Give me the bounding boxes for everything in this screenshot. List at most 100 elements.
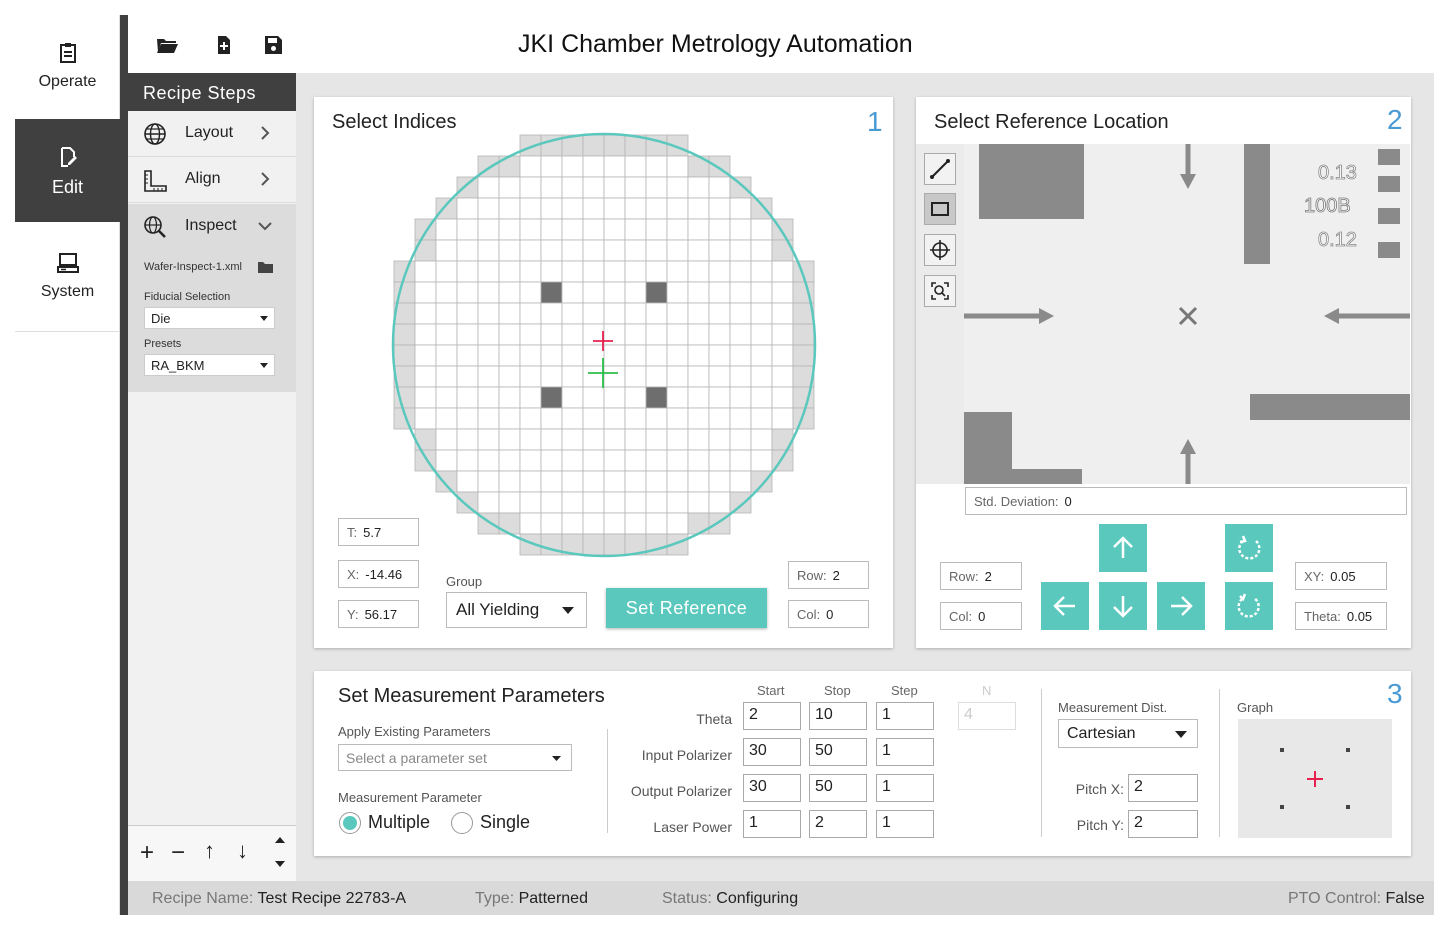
wafer-die[interactable] <box>456 407 479 430</box>
radio-multiple[interactable]: Multiple <box>338 811 448 835</box>
wafer-die[interactable] <box>414 386 437 409</box>
wafer-die[interactable] <box>477 260 500 283</box>
wafer-die[interactable] <box>624 512 647 535</box>
output-polarizer-stop-input[interactable]: 50 <box>809 774 867 802</box>
wafer-die[interactable] <box>477 218 500 241</box>
radio-single[interactable]: Single <box>450 811 550 835</box>
wafer-die[interactable] <box>624 449 647 472</box>
wafer-die[interactable] <box>624 281 647 304</box>
wafer-die[interactable] <box>645 470 668 493</box>
wafer-die[interactable] <box>540 449 563 472</box>
wafer-die[interactable] <box>750 449 773 472</box>
wafer-die[interactable] <box>666 407 689 430</box>
wafer-die[interactable] <box>666 365 689 388</box>
wafer-die[interactable] <box>540 386 563 409</box>
wafer-die[interactable] <box>645 260 668 283</box>
wafer-die[interactable] <box>603 428 626 451</box>
wafer-die[interactable] <box>708 281 731 304</box>
wafer-die[interactable] <box>561 302 584 325</box>
wafer-die[interactable] <box>750 386 773 409</box>
wafer-die[interactable] <box>708 449 731 472</box>
wafer-die[interactable] <box>708 197 731 220</box>
wafer-die[interactable] <box>645 344 668 367</box>
add-step-button[interactable]: + <box>140 839 154 867</box>
wafer-die[interactable] <box>666 176 689 199</box>
output-polarizer-step-input[interactable]: 1 <box>876 774 934 802</box>
wafer-die[interactable] <box>435 281 458 304</box>
wafer-die[interactable] <box>771 344 794 367</box>
ref-row-field[interactable]: Row: 2 <box>940 562 1022 590</box>
wafer-die[interactable] <box>624 155 647 178</box>
wafer-die[interactable] <box>561 491 584 514</box>
output-polarizer-start-input[interactable]: 30 <box>743 774 801 802</box>
wafer-die[interactable] <box>729 449 752 472</box>
wafer-die[interactable] <box>582 512 605 535</box>
wafer-die[interactable] <box>729 491 752 514</box>
wafer-die[interactable] <box>708 386 731 409</box>
wafer-die[interactable] <box>435 302 458 325</box>
move-up-button[interactable] <box>1099 524 1147 572</box>
folder-open-icon[interactable] <box>156 35 178 55</box>
wafer-die[interactable] <box>561 155 584 178</box>
wafer-die[interactable] <box>477 386 500 409</box>
wafer-die[interactable] <box>729 218 752 241</box>
param-set-select[interactable]: Select a parameter set <box>338 744 572 771</box>
wafer-die[interactable] <box>645 239 668 262</box>
wafer-die[interactable] <box>498 428 521 451</box>
measurement-dist-select[interactable]: Cartesian <box>1058 719 1198 748</box>
wafer-die[interactable] <box>666 197 689 220</box>
wafer-die[interactable] <box>708 491 731 514</box>
wafer-die[interactable] <box>561 512 584 535</box>
wafer-die[interactable] <box>582 281 605 304</box>
wafer-die[interactable] <box>498 449 521 472</box>
wafer-die[interactable] <box>477 470 500 493</box>
wafer-die[interactable] <box>414 344 437 367</box>
wafer-die[interactable] <box>582 533 605 556</box>
wafer-die[interactable] <box>582 365 605 388</box>
wafer-die[interactable] <box>477 281 500 304</box>
wafer-die[interactable] <box>624 344 647 367</box>
wafer-die[interactable] <box>540 176 563 199</box>
wafer-die[interactable] <box>477 323 500 346</box>
wafer-die[interactable] <box>498 323 521 346</box>
set-reference-button[interactable]: Set Reference <box>606 588 767 628</box>
wafer-die[interactable] <box>771 281 794 304</box>
wafer-die[interactable] <box>687 470 710 493</box>
wafer-die[interactable] <box>771 365 794 388</box>
wafer-die[interactable] <box>519 260 542 283</box>
wafer-die[interactable] <box>645 365 668 388</box>
wafer-die[interactable] <box>687 302 710 325</box>
laser-power-start-input[interactable]: 1 <box>743 810 801 838</box>
wafer-die[interactable] <box>561 428 584 451</box>
wafer-die[interactable] <box>729 176 752 199</box>
wafer-die[interactable] <box>561 449 584 472</box>
wafer-die[interactable] <box>561 176 584 199</box>
wafer-die[interactable] <box>624 365 647 388</box>
wafer-die[interactable] <box>645 302 668 325</box>
wafer-die[interactable] <box>561 218 584 241</box>
wafer-die[interactable] <box>645 407 668 430</box>
wafer-die[interactable] <box>414 302 437 325</box>
wafer-die[interactable] <box>561 470 584 493</box>
wafer-die[interactable] <box>393 323 416 346</box>
wafer-die[interactable] <box>687 197 710 220</box>
wafer-die[interactable] <box>792 323 815 346</box>
wafer-die[interactable] <box>498 218 521 241</box>
theta-step-input[interactable]: 1 <box>876 702 934 730</box>
theta-field[interactable]: Theta: 0.05 <box>1295 602 1387 630</box>
wafer-die[interactable] <box>666 512 689 535</box>
wafer-die[interactable] <box>435 197 458 220</box>
wafer-die[interactable] <box>456 491 479 514</box>
wafer-die[interactable] <box>456 386 479 409</box>
wafer-die[interactable] <box>435 365 458 388</box>
wafer-die[interactable] <box>561 386 584 409</box>
wafer-die[interactable] <box>498 302 521 325</box>
wafer-die[interactable] <box>729 302 752 325</box>
wafer-die[interactable] <box>498 197 521 220</box>
wafer-die[interactable] <box>519 449 542 472</box>
pitch-y-input[interactable]: 2 <box>1128 810 1198 838</box>
wafer-die[interactable] <box>687 344 710 367</box>
wafer-die[interactable] <box>666 239 689 262</box>
pitch-x-input[interactable]: 2 <box>1128 774 1198 802</box>
rectangle-tool-button[interactable] <box>924 193 956 225</box>
